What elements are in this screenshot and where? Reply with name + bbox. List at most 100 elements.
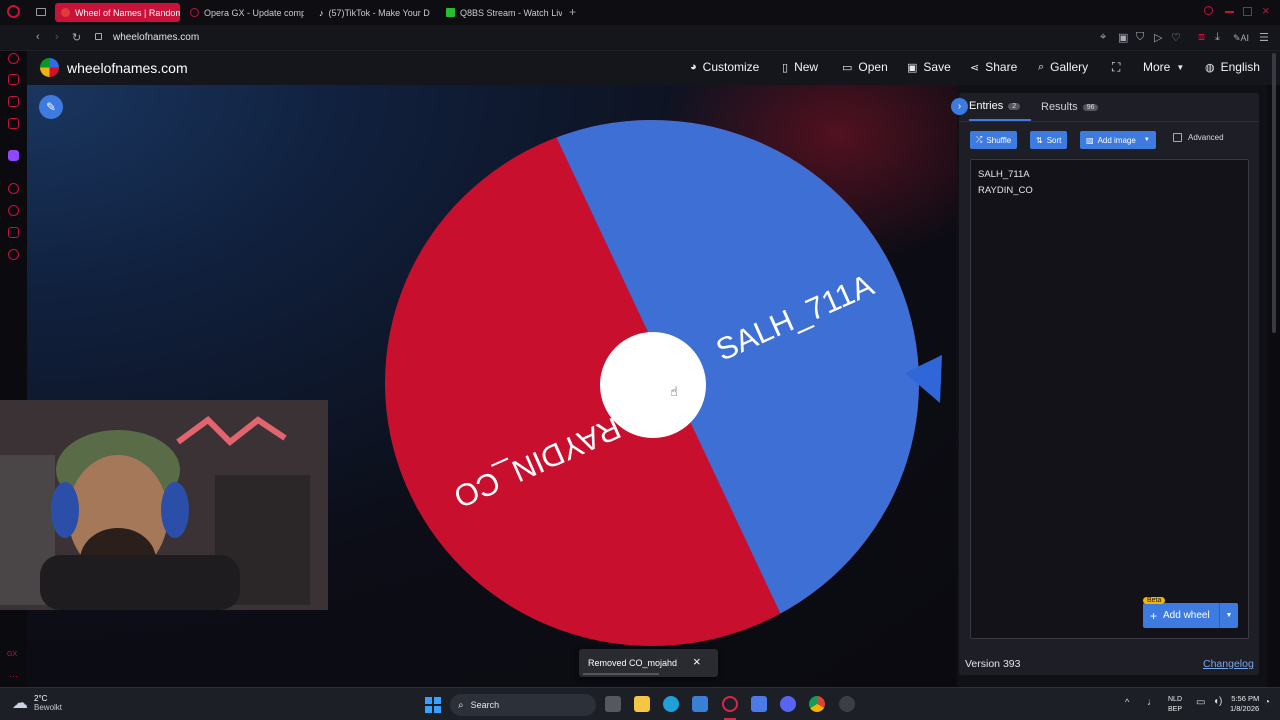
nav-gallery[interactable]: ⌕ Gallery (1038, 60, 1088, 74)
image-icon: ▨ (1086, 135, 1094, 145)
add-image-button[interactable]: ▨ Add image ▼ (1080, 131, 1156, 149)
share-icon: ⋖ (970, 61, 980, 74)
plus-icon: + (1150, 608, 1158, 623)
site-logo[interactable]: wheelofnames.com (40, 58, 188, 77)
store-icon[interactable] (692, 696, 708, 712)
taskbar-search[interactable]: ⌕ Search (450, 694, 596, 716)
tab-overview-icon[interactable] (36, 8, 46, 16)
microphone-icon[interactable]: ♩ (1147, 697, 1157, 708)
opera-favicon-icon (190, 8, 199, 17)
chevron-down-icon: ▼ (1176, 62, 1185, 72)
changelog-link[interactable]: Changelog (1203, 658, 1254, 670)
forward-icon[interactable]: › (55, 31, 59, 43)
sidebar-mail-icon[interactable] (8, 118, 19, 129)
maximize-icon[interactable] (1243, 7, 1252, 16)
shield-icon[interactable]: ⛉ (1136, 31, 1144, 44)
task-view-icon[interactable] (605, 696, 621, 712)
sidebar-settings-icon[interactable] (8, 249, 19, 260)
system-clock[interactable]: 5:56 PM 1/8/2026 (1230, 694, 1259, 714)
add-wheel-dropdown-icon[interactable]: ▼ (1219, 603, 1238, 628)
add-wheel-button[interactable]: + Add wheel ▼ (1143, 603, 1238, 628)
discord-icon[interactable] (780, 696, 796, 712)
tiktok-favicon-icon: ♪ (319, 7, 324, 18)
sidebar-gx-badge-icon[interactable]: GX (7, 651, 17, 658)
windows-start-icon[interactable] (425, 697, 441, 713)
edge-icon[interactable] (663, 696, 679, 712)
toast-message: Removed CO_mojahd (588, 658, 678, 668)
opera-gx-taskbar-icon[interactable] (722, 696, 738, 712)
play-icon[interactable]: ▷ (1154, 31, 1162, 44)
pin-icon[interactable]: ⌖ (1100, 31, 1106, 44)
entries-textarea[interactable]: SALH_711A RAYDIN_CO Beta + Add wheel ▼ (970, 159, 1249, 639)
notifications-icon[interactable]: ◔ (1264, 697, 1270, 708)
tab-tiktok[interactable]: ♪ (57)TikTok - Make Your D (313, 3, 433, 22)
edit-pencil-button[interactable]: ✎ (39, 95, 63, 119)
shuffle-icon: ⤮ (976, 135, 983, 144)
notification-toast: Removed CO_mojahd × (579, 649, 718, 677)
sidebar-extensions-icon[interactable] (8, 227, 19, 238)
spinning-wheel[interactable]: SALH_711A RAYDIN_CO (367, 113, 947, 653)
new-tab-icon[interactable]: + (569, 5, 576, 19)
page-scrollbar[interactable] (1272, 53, 1276, 333)
mouse-cursor-icon: ☝ (670, 384, 678, 399)
chevron-down-icon: ▼ (1143, 137, 1150, 143)
tab-entries[interactable]: Entries 2 (969, 93, 1031, 121)
download-icon[interactable]: ⤓ (1215, 31, 1220, 44)
close-window-icon[interactable]: × (1262, 3, 1270, 18)
search-tabs-icon[interactable] (1204, 6, 1213, 15)
sidebar-history-icon[interactable] (8, 183, 19, 194)
toast-close-button[interactable]: × (693, 654, 701, 669)
sort-button[interactable]: ⇅ Sort (1030, 131, 1068, 149)
opera-menu-icon[interactable] (7, 5, 20, 18)
back-icon[interactable]: ‹ (36, 31, 40, 43)
palette-icon: ◕ (690, 61, 697, 73)
nav-language[interactable]: ◍ English (1205, 60, 1260, 74)
search-icon: ⌕ (458, 699, 464, 711)
results-count-badge: 96 (1082, 103, 1099, 111)
minimize-icon[interactable] (1225, 11, 1234, 13)
weather-widget[interactable]: ☁ 2°C Bewolkt (12, 693, 62, 713)
nav-save[interactable]: ▣ Save (907, 60, 951, 74)
toast-progress-bar (583, 673, 659, 675)
tab-q8bs-stream[interactable]: Q8BS Stream - Watch Live (440, 3, 562, 22)
tab-wheel-of-names[interactable]: Wheel of Names | Random (55, 3, 180, 22)
nav-more[interactable]: More ▼ (1143, 60, 1184, 74)
nav-open[interactable]: ▭ Open (842, 60, 888, 74)
sidebar-player-icon[interactable] (8, 74, 19, 85)
volume-icon[interactable]: ◖) (1213, 696, 1222, 707)
heart-icon[interactable]: ♡ (1171, 31, 1181, 44)
site-header: wheelofnames.com ◕ Customize ▯ New ▭ Ope… (27, 51, 1280, 333)
network-icon[interactable]: ▭ (1196, 697, 1205, 708)
wheel-center-hub[interactable] (600, 332, 706, 438)
app-obs-icon[interactable] (839, 696, 855, 712)
advanced-checkbox[interactable]: Advanced (1173, 133, 1224, 142)
webcam-image (0, 400, 328, 610)
nav-new[interactable]: ▯ New (782, 60, 818, 74)
file-explorer-icon[interactable] (634, 696, 650, 712)
nav-share[interactable]: ⋖ Share (970, 60, 1017, 74)
wheel-favicon-icon (61, 8, 70, 17)
sidebar-messenger-icon[interactable] (8, 96, 19, 107)
browser-tab-bar: Wheel of Names | Random Opera GX - Updat… (0, 0, 1280, 25)
url-field[interactable]: wheelofnames.com (113, 32, 199, 43)
sidebar-clock-icon[interactable] (8, 205, 19, 216)
sidebar-gx-icon[interactable] (8, 53, 19, 64)
tab-results[interactable]: Results 96 (1041, 93, 1099, 121)
reload-icon[interactable]: ↻ (72, 31, 81, 44)
fullscreen-icon[interactable]: ⛶ (1112, 60, 1120, 75)
wallet-icon[interactable]: ⧈ (1198, 31, 1205, 44)
ai-icon[interactable]: ✎AI (1233, 33, 1249, 44)
sidebar-twitch-icon[interactable] (8, 150, 19, 161)
sidebar-more-icon[interactable]: ··· (9, 671, 18, 681)
language-indicator[interactable]: NLD BEP (1168, 695, 1182, 715)
chrome-icon[interactable] (809, 696, 825, 712)
tray-chevron-icon[interactable]: ^ (1125, 697, 1129, 707)
nav-customize[interactable]: ◕ Customize (690, 60, 759, 74)
shuffle-button[interactable]: ⤮ Shuffle (970, 131, 1018, 149)
collapse-panel-button[interactable]: › (951, 98, 968, 115)
snapshot-icon[interactable]: ▣ (1118, 31, 1128, 44)
menu-icon[interactable]: ☰ (1259, 31, 1269, 44)
checkbox-box[interactable] (1173, 133, 1182, 142)
app-blue-icon[interactable] (751, 696, 767, 712)
tab-opera-gx[interactable]: Opera GX - Update comp (184, 3, 304, 22)
